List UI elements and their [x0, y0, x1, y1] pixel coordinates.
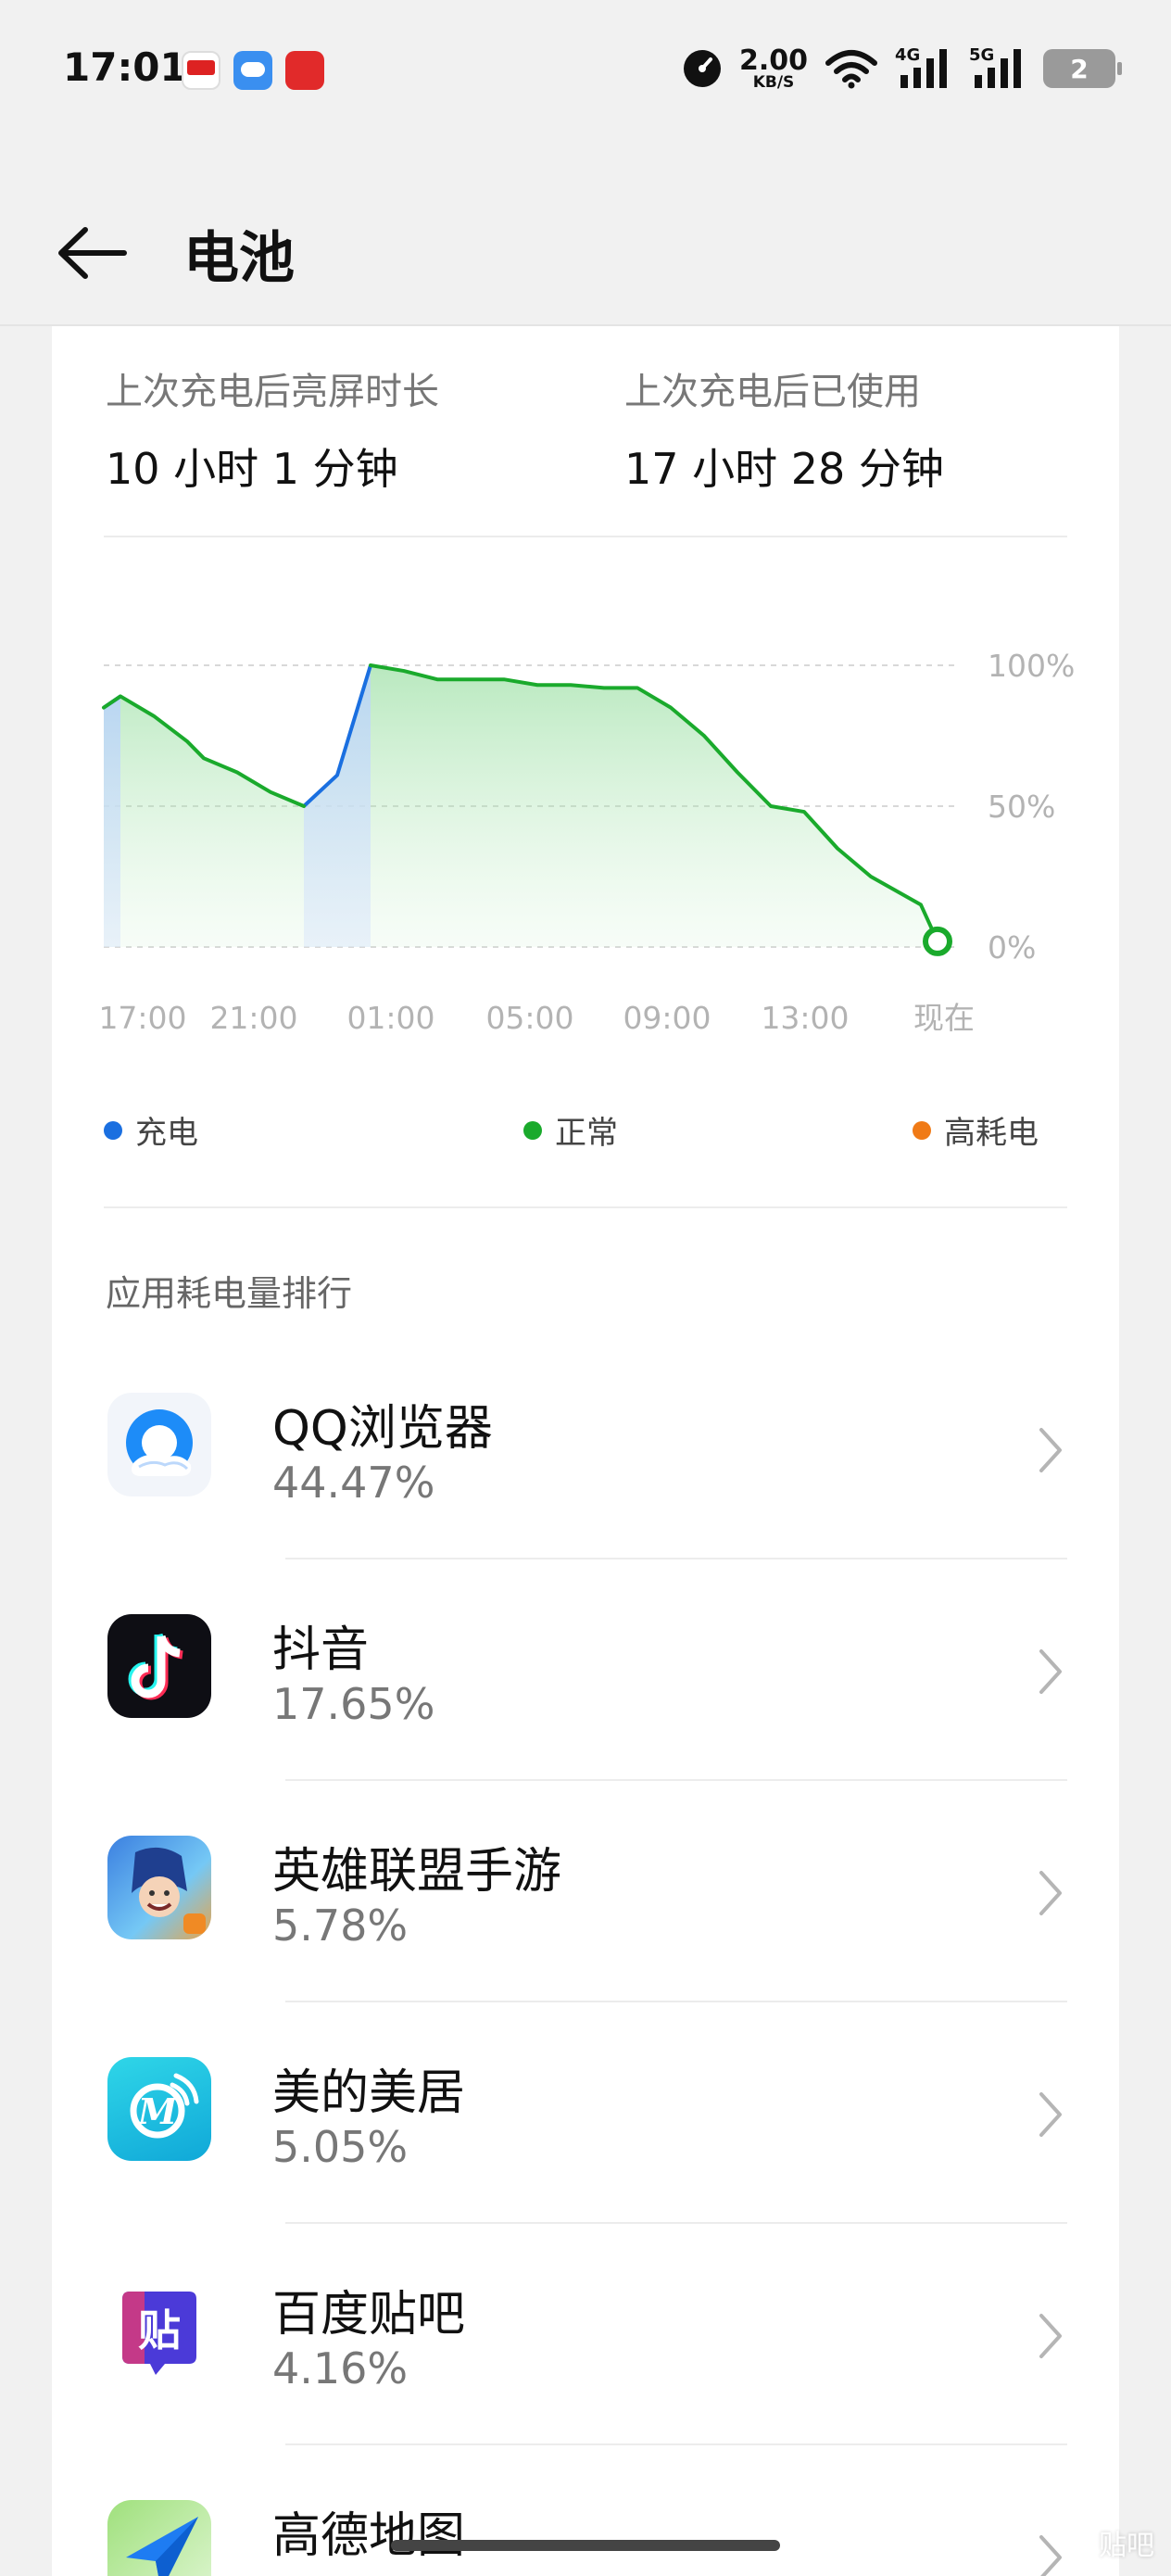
app-name: 百度贴吧	[272, 2287, 466, 2342]
charging-area	[304, 665, 371, 947]
chevron-right-icon	[1039, 1428, 1062, 1472]
svg-text:贴: 贴	[138, 2305, 181, 2355]
chart-divider	[104, 1206, 1067, 1208]
battery-icon: 2	[1043, 49, 1122, 88]
legend-normal: 正常	[523, 1107, 618, 1153]
x-tick-label: 13:00	[761, 1000, 849, 1036]
charging-area	[104, 696, 120, 947]
signal-5g-icon: 5G	[969, 45, 1026, 92]
legend-charging-dot	[104, 1120, 122, 1140]
watermark: 贴吧	[1099, 2530, 1154, 2562]
app-row-midea[interactable]: M 美的美居 5.05%	[52, 2003, 1119, 2224]
normal-area	[104, 665, 938, 947]
legend-normal-dot	[523, 1120, 542, 1140]
chevron-right-icon	[1039, 2314, 1062, 2358]
screen-on-stat: 上次充电后亮屏时长 10 小时 1 分钟	[106, 361, 439, 497]
app-row-douyin[interactable]: 抖音 17.65%	[52, 1560, 1119, 1781]
app-row-amap[interactable]: 高德地图	[52, 2446, 1119, 2576]
chevron-right-icon	[1039, 1649, 1062, 1694]
legend-normal-label: 正常	[555, 1115, 618, 1152]
app-row-qq-browser[interactable]: QQ浏览器 44.47%	[52, 1339, 1119, 1559]
legend-charging: 充电	[104, 1107, 198, 1153]
qq-browser-icon	[107, 1393, 211, 1496]
app-percent: 44.47%	[272, 1458, 435, 1508]
x-tick-label: 05:00	[485, 1000, 573, 1036]
x-tick-label: 09:00	[623, 1000, 711, 1036]
wifi-icon	[825, 50, 877, 89]
row-divider	[285, 1558, 1067, 1559]
home-indicator[interactable]	[391, 2540, 780, 2551]
chevron-right-icon	[1039, 1871, 1062, 1915]
network-speed: 2.00 KB/S	[738, 44, 808, 92]
legend-high-drain-dot	[913, 1120, 931, 1140]
midea-icon: M	[107, 2057, 211, 2161]
app-percent: 4.16%	[272, 2343, 409, 2393]
x-tick-label: 17:00	[98, 1000, 186, 1036]
screen-on-value: 10 小时 1 分钟	[106, 444, 398, 494]
app-percent: 5.05%	[272, 2122, 409, 2172]
ranking-title: 应用耗电量排行	[106, 1273, 353, 1314]
notification-app-icon-1	[182, 51, 220, 90]
used-stat: 上次充电后已使用 17 小时 28 分钟	[624, 361, 944, 497]
app-row-baidu-tieba[interactable]: 贴 百度贴吧 4.16%	[52, 2225, 1119, 2445]
app-name: 抖音	[272, 1623, 370, 1678]
signal-4g-icon: 4G	[895, 45, 952, 92]
app-name: QQ浏览器	[272, 1401, 493, 1457]
league-of-legends-icon	[107, 1836, 211, 1939]
page-title: 电池	[183, 226, 295, 291]
legend-high-drain-label: 高耗电	[944, 1115, 1039, 1152]
app-percent: 17.65%	[272, 1679, 435, 1729]
back-arrow-icon[interactable]	[52, 211, 135, 295]
x-tick-label: 01:00	[346, 1000, 434, 1036]
screen-on-label: 上次充电后亮屏时长	[106, 371, 439, 413]
chevron-right-icon	[1039, 2535, 1062, 2576]
app-name: 英雄联盟手游	[272, 1844, 562, 1900]
svg-text:M: M	[136, 2090, 178, 2132]
status-bar: 17:01 2.00 KB/S 4G 5G 2	[0, 0, 1171, 139]
douyin-icon	[107, 1614, 211, 1718]
baidu-tieba-icon: 贴	[107, 2279, 211, 2382]
notification-app-icon-3	[285, 51, 324, 90]
row-divider	[285, 2001, 1067, 2002]
chevron-right-icon	[1039, 2092, 1062, 2137]
used-label: 上次充电后已使用	[624, 371, 921, 413]
app-name: 高德地图	[272, 2508, 466, 2564]
y-tick-label: 50%	[988, 789, 1055, 825]
amap-icon	[107, 2500, 211, 2576]
y-tick-label: 0%	[988, 929, 1036, 966]
app-row-league-of-legends[interactable]: 英雄联盟手游 5.78%	[52, 1782, 1119, 2002]
speedometer-icon	[683, 50, 721, 87]
used-value: 17 小时 28 分钟	[624, 444, 944, 494]
status-time: 17:01	[63, 44, 187, 90]
app-name: 美的美居	[272, 2065, 466, 2121]
weather-notification-icon	[233, 51, 272, 90]
y-tick-label: 100%	[988, 648, 1075, 684]
battery-level-chart: 100% 50% 0% 17:00 21:00 01:00 05:00 09:00 13:00 现…	[98, 648, 1075, 1036]
app-header: 电池	[0, 176, 1171, 324]
app-percent: 5.78%	[272, 1900, 409, 1951]
legend-high-drain: 高耗电	[913, 1107, 1039, 1153]
stats-divider	[104, 536, 1067, 537]
row-divider	[285, 2443, 1067, 2445]
current-level-marker	[923, 926, 952, 956]
legend-charging-label: 充电	[135, 1115, 198, 1152]
x-tick-label: 现在	[913, 1000, 975, 1036]
row-divider	[285, 2222, 1067, 2224]
x-tick-label: 21:00	[209, 1000, 297, 1036]
row-divider	[285, 1779, 1067, 1781]
